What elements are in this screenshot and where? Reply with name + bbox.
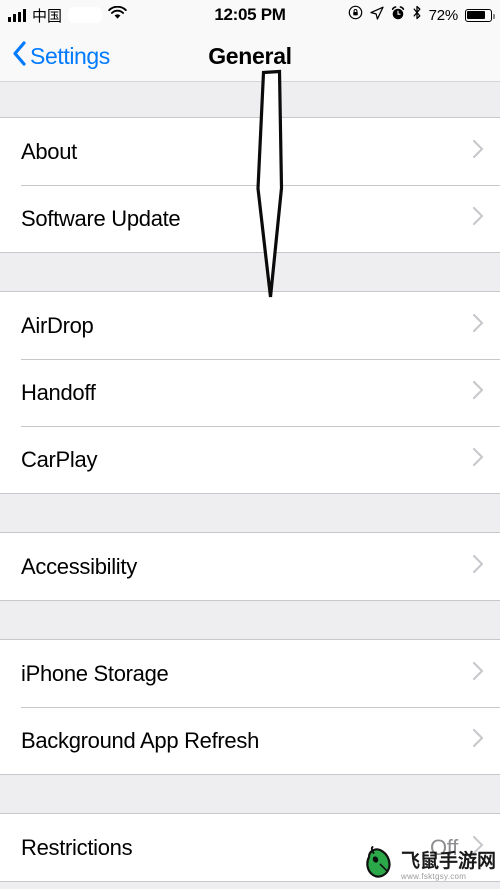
settings-list[interactable]: About Software Update AirDrop Handoff Ca… xyxy=(0,82,500,889)
mouse-logo-icon xyxy=(360,844,396,889)
status-bar-right: 72% xyxy=(348,0,495,30)
table-row[interactable]: Handoff xyxy=(0,359,500,426)
chevron-right-icon xyxy=(472,313,484,338)
watermark-url: www.fsktgsy.com xyxy=(401,871,467,881)
watermark-title: 飞鼠手游网 xyxy=(401,850,497,872)
navigation-bar: Settings General xyxy=(0,30,500,82)
row-label: AirDrop xyxy=(21,312,94,338)
chevron-right-icon xyxy=(472,139,484,164)
row-label: iPhone Storage xyxy=(21,660,169,686)
settings-section-storage: iPhone Storage Background App Refresh xyxy=(0,640,500,774)
settings-section-connectivity: AirDrop Handoff CarPlay xyxy=(0,292,500,493)
settings-section-about: About Software Update xyxy=(0,118,500,252)
table-row[interactable]: Software Update xyxy=(0,185,500,252)
chevron-right-icon xyxy=(472,206,484,231)
page-title: General xyxy=(208,42,292,69)
section-gap xyxy=(0,82,500,118)
row-label: CarPlay xyxy=(21,446,98,472)
section-gap xyxy=(0,600,500,640)
row-label: Handoff xyxy=(21,379,96,405)
bluetooth-icon xyxy=(412,5,422,25)
row-label: Accessibility xyxy=(21,553,137,579)
table-row[interactable]: CarPlay xyxy=(0,426,500,493)
status-bar: 中国 12:05 PM 72% xyxy=(0,0,500,30)
section-gap xyxy=(0,252,500,292)
rotation-lock-icon xyxy=(348,5,363,25)
table-row[interactable]: Background App Refresh xyxy=(0,707,500,774)
chevron-right-icon xyxy=(472,728,484,753)
location-arrow-icon xyxy=(369,5,384,25)
row-label: About xyxy=(21,138,77,164)
chevron-right-icon xyxy=(472,380,484,405)
battery-icon xyxy=(465,8,495,22)
table-row[interactable]: iPhone Storage xyxy=(0,640,500,707)
battery-percent-label: 72% xyxy=(428,6,459,24)
row-label: Background App Refresh xyxy=(21,727,259,753)
chevron-right-icon xyxy=(472,554,484,579)
section-gap xyxy=(0,493,500,533)
section-gap xyxy=(0,774,500,814)
iphone-screen: 中国 12:05 PM 72% Settings General About S… xyxy=(0,0,500,889)
site-watermark: 飞鼠手游网 www.fsktgsy.com xyxy=(360,843,500,889)
alarm-clock-icon xyxy=(391,5,405,25)
table-row[interactable]: Accessibility xyxy=(0,533,500,600)
watermark-text: 飞鼠手游网 www.fsktgsy.com xyxy=(401,852,496,881)
chevron-right-icon xyxy=(472,661,484,686)
table-row[interactable]: About xyxy=(0,118,500,185)
table-row[interactable]: AirDrop xyxy=(0,292,500,359)
row-label: Software Update xyxy=(21,205,181,231)
settings-section-accessibility: Accessibility xyxy=(0,533,500,600)
chevron-right-icon xyxy=(472,447,484,472)
